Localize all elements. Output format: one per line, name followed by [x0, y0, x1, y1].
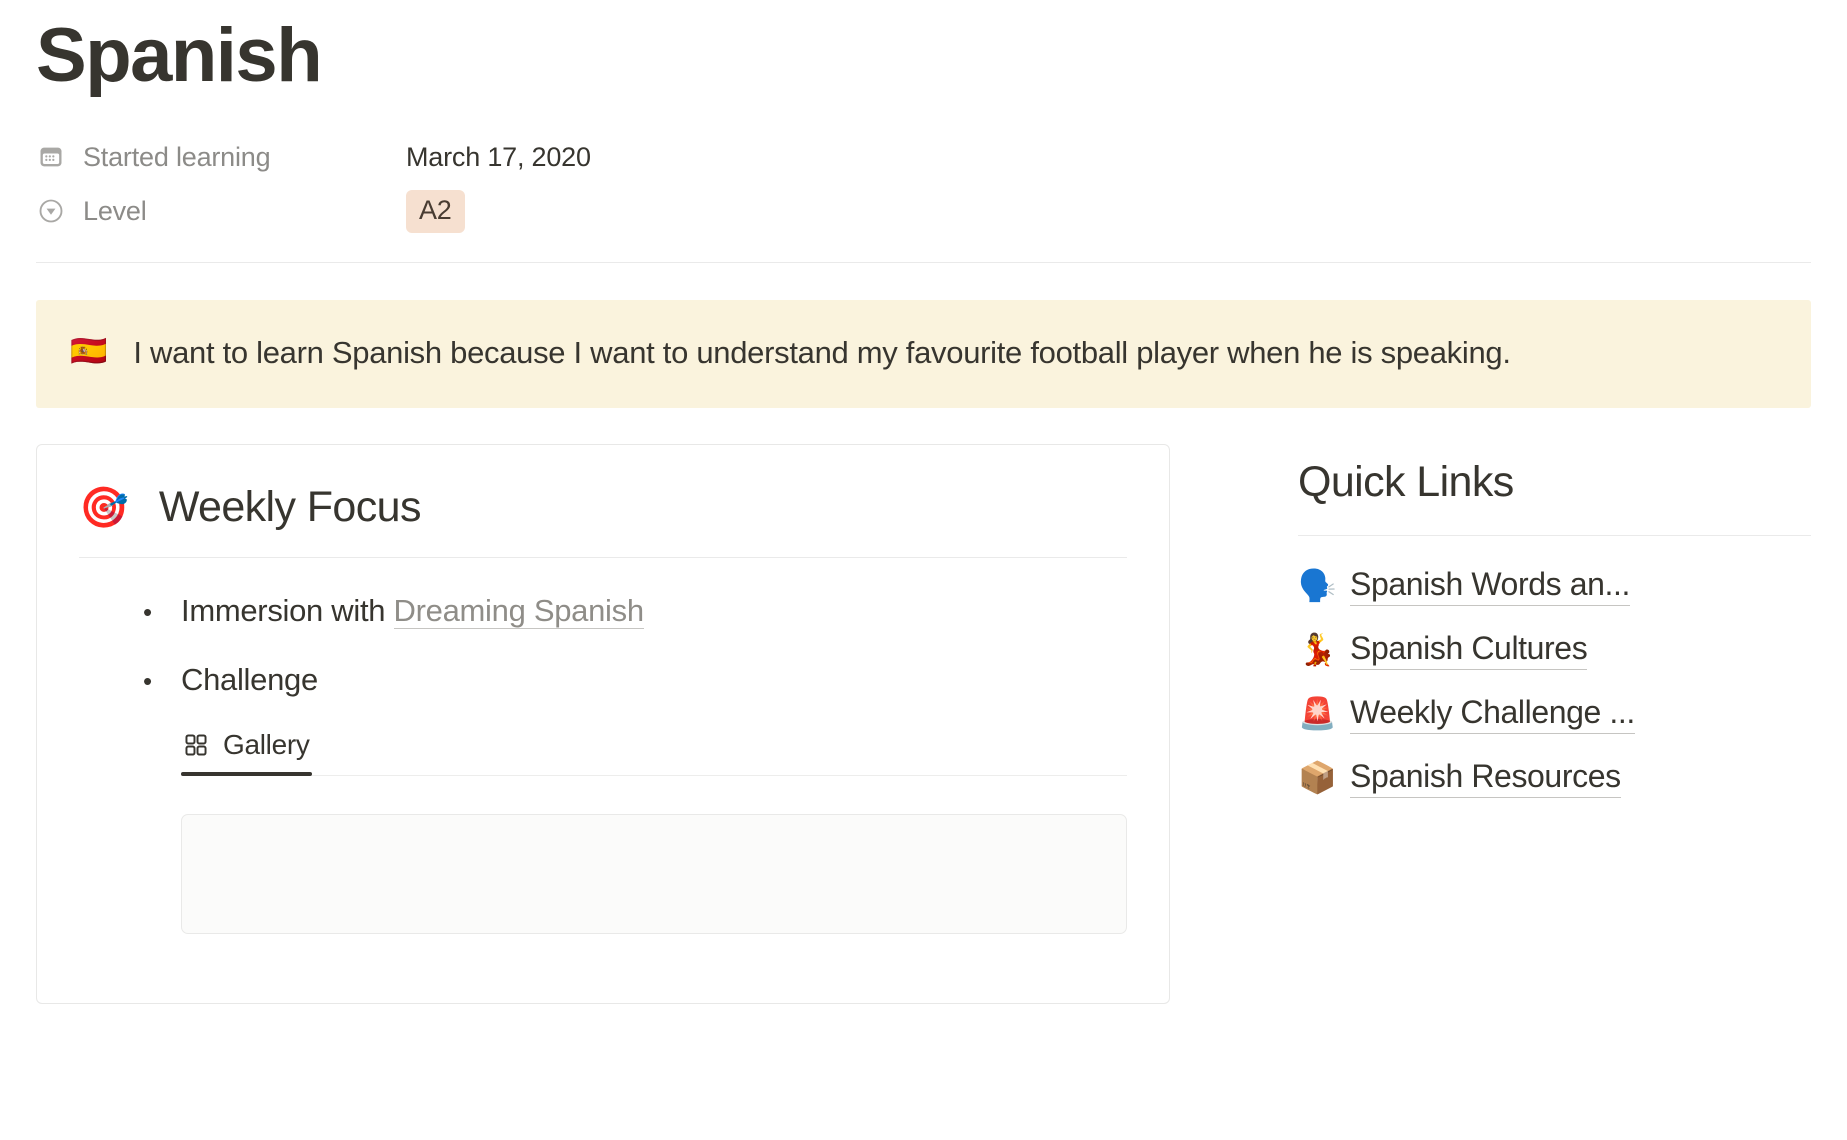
bullet-dot-icon: •	[143, 665, 152, 696]
quick-link-label: Spanish Cultures	[1350, 630, 1588, 671]
callout-block[interactable]: 🇪🇸 I want to learn Spanish because I wan…	[36, 300, 1811, 409]
calendar-icon	[36, 142, 66, 172]
quick-link-label: Weekly Challenge ...	[1350, 694, 1635, 735]
notion-page: Spanish Started learning March 17, 2020 …	[0, 0, 1847, 1140]
property-label-group: Started learning	[36, 142, 406, 173]
two-column-layout: 🎯 Weekly Focus • Immersion with Dreaming…	[36, 444, 1811, 1005]
weekly-focus-bullet-list: • Immersion with Dreaming Spanish • Chal…	[79, 588, 1127, 703]
weekly-focus-card: 🎯 Weekly Focus • Immersion with Dreaming…	[36, 444, 1170, 1005]
grid-2x2-icon	[183, 732, 209, 758]
list-item[interactable]: • Challenge	[143, 657, 1127, 704]
quick-link-item[interactable]: 📦 Spanish Resources	[1298, 758, 1811, 799]
quick-link-label: Spanish Resources	[1350, 758, 1621, 799]
property-row-started-learning[interactable]: Started learning March 17, 2020	[36, 130, 1811, 184]
quick-link-item[interactable]: 💃 Spanish Cultures	[1298, 630, 1811, 671]
list-item-text-prefix: Immersion with	[181, 593, 394, 629]
database-view-tabbar: Gallery	[181, 725, 1127, 777]
property-row-level[interactable]: Level A2	[36, 184, 1811, 238]
weekly-focus-rule	[79, 557, 1127, 559]
bullet-dot-icon: •	[143, 597, 152, 628]
column-right: Quick Links 🗣️ Spanish Words an... 💃 Spa…	[1170, 444, 1811, 822]
quick-link-item[interactable]: 🗣️ Spanish Words an...	[1298, 566, 1811, 607]
page-title[interactable]: Spanish	[36, 0, 1811, 94]
status-badge: A2	[406, 189, 465, 233]
weekly-focus-header: 🎯 Weekly Focus	[79, 483, 1127, 532]
quick-links-rule	[1298, 535, 1811, 537]
property-name: Started learning	[83, 141, 271, 172]
package-box-icon: 📦	[1298, 759, 1337, 796]
column-left: 🎯 Weekly Focus • Immersion with Dreaming…	[36, 444, 1170, 1005]
quick-link-label: Spanish Words an...	[1350, 566, 1630, 607]
tab-gallery[interactable]: Gallery	[181, 725, 312, 777]
select-circle-chevron-icon	[36, 196, 66, 226]
property-name: Level	[83, 195, 147, 226]
list-item-text: Challenge	[181, 661, 318, 697]
list-item[interactable]: • Immersion with Dreaming Spanish	[143, 588, 1127, 635]
property-value-select[interactable]: A2	[406, 189, 465, 233]
page-properties: Started learning March 17, 2020 Level A2	[36, 130, 1811, 238]
quick-links-title: Quick Links	[1298, 458, 1514, 507]
list-item-text: Immersion with Dreaming Spanish	[181, 588, 644, 635]
weekly-focus-title: Weekly Focus	[158, 483, 422, 532]
police-car-light-icon: 🚨	[1298, 695, 1337, 732]
property-value-date[interactable]: March 17, 2020	[406, 142, 591, 173]
property-label-group: Level	[36, 196, 406, 227]
section-divider	[36, 262, 1811, 263]
dancer-icon: 💃	[1298, 631, 1337, 668]
gallery-card-placeholder[interactable]	[181, 814, 1127, 935]
quick-links-list: 🗣️ Spanish Words an... 💃 Spanish Culture…	[1298, 566, 1811, 799]
tab-label: Gallery	[223, 729, 310, 761]
flag-spain-icon: 🇪🇸	[70, 334, 108, 369]
quick-link-item[interactable]: 🚨 Weekly Challenge ...	[1298, 694, 1811, 735]
direct-hit-target-icon: 🎯	[79, 484, 129, 531]
inline-link-dreaming-spanish[interactable]: Dreaming Spanish	[393, 593, 644, 630]
callout-text: I want to learn Spanish because I want t…	[133, 335, 1511, 370]
speaking-head-icon: 🗣️	[1298, 567, 1337, 604]
